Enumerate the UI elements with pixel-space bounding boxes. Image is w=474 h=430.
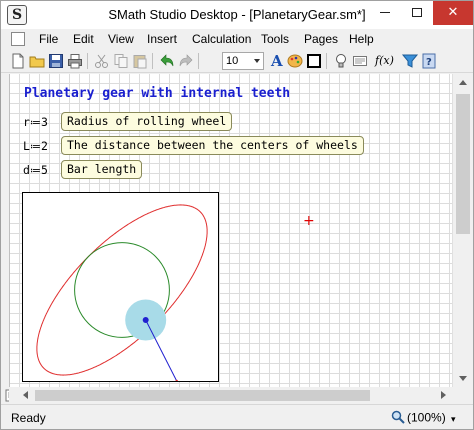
- assign-operator: ≔: [29, 164, 41, 177]
- menu-pages[interactable]: Pages: [304, 32, 338, 46]
- variable-value: 5: [40, 163, 48, 177]
- assign-operator: ≔: [29, 140, 41, 153]
- toolbar-separator: [198, 53, 199, 69]
- print-icon[interactable]: [66, 52, 84, 70]
- help-icon[interactable]: ?: [420, 52, 438, 70]
- variable-value: 2: [40, 139, 48, 153]
- scroll-up-icon[interactable]: [459, 80, 467, 85]
- comment-radius[interactable]: Radius of rolling wheel: [61, 112, 233, 131]
- magnifier-icon: [391, 410, 405, 427]
- variable-d[interactable]: d≔5: [23, 163, 48, 177]
- vertical-ruler: [1, 74, 9, 387]
- function-icon[interactable]: f(x): [375, 52, 397, 70]
- vertical-scroll-thumb[interactable]: [456, 94, 470, 234]
- svg-text:A: A: [270, 52, 283, 70]
- horizontal-scroll-thumb[interactable]: [35, 390, 370, 401]
- close-button[interactable]: ✕: [433, 1, 473, 25]
- palette-icon[interactable]: [286, 52, 304, 70]
- variable-name: L: [23, 139, 30, 153]
- toolbar-separator: [152, 53, 153, 69]
- worksheet-canvas[interactable]: Planetary gear with internal teeth r≔3 R…: [9, 74, 452, 387]
- toolbar-separator: [87, 53, 88, 69]
- menu-bar: File Edit View Insert Calculation Tools …: [1, 29, 473, 49]
- menu-file[interactable]: File: [39, 32, 58, 46]
- wheel-center-point: [142, 317, 149, 323]
- menu-view[interactable]: View: [108, 32, 134, 46]
- menu-edit[interactable]: Edit: [73, 32, 94, 46]
- scroll-left-icon[interactable]: [23, 391, 28, 399]
- scroll-down-icon[interactable]: [459, 376, 467, 381]
- menu-insert[interactable]: Insert: [147, 32, 177, 46]
- minimize-button[interactable]: [369, 1, 401, 25]
- minimize-icon: [380, 12, 390, 14]
- chevron-down-icon: [254, 59, 260, 63]
- app-window: S SMath Studio Desktop - [PlanetaryGear.…: [0, 0, 474, 430]
- horizontal-scrollbar[interactable]: [9, 387, 452, 404]
- chevron-down-icon: ▾: [451, 413, 456, 424]
- status-bar: Ready (100%) ▾: [1, 404, 473, 429]
- maximize-icon: [412, 8, 422, 18]
- comment-distance[interactable]: The distance between the centers of whee…: [61, 136, 364, 155]
- document-icon[interactable]: [11, 32, 25, 46]
- undo-icon[interactable]: [158, 52, 176, 70]
- scrollbar-corner: [452, 387, 473, 404]
- plot-svg: [36, 204, 208, 383]
- text-color-icon[interactable]: A: [268, 52, 286, 70]
- variable-r[interactable]: r≔3: [23, 115, 48, 129]
- toolbar: 10 A f(x) ?: [1, 49, 473, 73]
- font-size-select[interactable]: 10: [222, 52, 264, 70]
- svg-text:?: ?: [426, 57, 432, 68]
- redo-icon[interactable]: [177, 52, 195, 70]
- format-selector-icon[interactable]: [351, 52, 369, 70]
- filter-icon[interactable]: [401, 52, 419, 70]
- title-bar: S SMath Studio Desktop - [PlanetaryGear.…: [1, 1, 473, 29]
- trajectory-curve: [36, 204, 208, 376]
- variable-name: d: [23, 163, 30, 177]
- status-text: Ready: [11, 411, 46, 425]
- assign-operator: ≔: [29, 116, 41, 129]
- zoom-level: (100%): [407, 410, 446, 425]
- save-icon[interactable]: [47, 52, 65, 70]
- zoom-control[interactable]: (100%) ▾: [391, 410, 456, 427]
- menu-tools[interactable]: Tools: [261, 32, 289, 46]
- border-icon[interactable]: [305, 52, 323, 70]
- variable-name: r: [23, 115, 30, 129]
- maximize-button[interactable]: [401, 1, 433, 25]
- scroll-right-icon[interactable]: [441, 391, 446, 399]
- vertical-scrollbar[interactable]: [452, 74, 473, 387]
- toolbar-separator: [326, 53, 327, 69]
- font-size-value: 10: [226, 55, 239, 67]
- menu-help[interactable]: Help: [349, 32, 374, 46]
- open-folder-icon[interactable]: [28, 52, 46, 70]
- comment-bar-length[interactable]: Bar length: [61, 160, 143, 179]
- new-document-icon[interactable]: [9, 52, 27, 70]
- plot-region[interactable]: [22, 192, 219, 383]
- cut-icon[interactable]: [93, 52, 111, 70]
- paste-icon[interactable]: [131, 52, 149, 70]
- variable-l[interactable]: L≔2: [23, 139, 48, 153]
- menu-calculation[interactable]: Calculation: [192, 32, 251, 46]
- copy-icon[interactable]: [112, 52, 130, 70]
- worksheet-heading[interactable]: Planetary gear with internal teeth: [24, 86, 290, 101]
- bulb-icon[interactable]: [332, 52, 350, 70]
- insertion-cursor: +: [303, 213, 315, 229]
- variable-value: 3: [40, 115, 48, 129]
